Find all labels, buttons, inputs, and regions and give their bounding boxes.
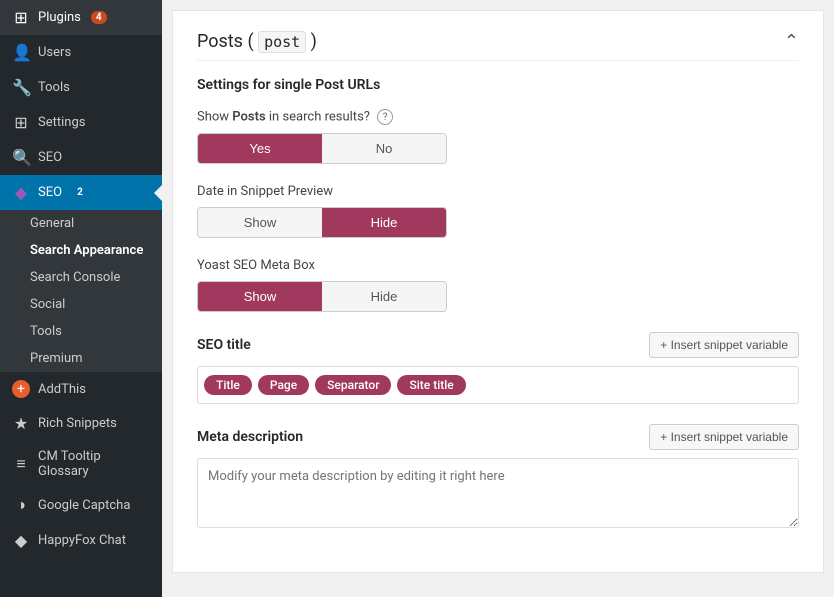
sidebar-item-rich-snippets[interactable]: ★ Rich Snippets bbox=[0, 406, 162, 441]
seo-title-section: SEO title + Insert snippet variable Titl… bbox=[197, 332, 799, 404]
sidebar-item-label: HappyFox Chat bbox=[38, 533, 126, 548]
sidebar-item-tools[interactable]: 🔧 Tools bbox=[0, 70, 162, 105]
insert-snippet-button-1[interactable]: + Insert snippet variable bbox=[649, 332, 799, 358]
collapse-button[interactable]: ⌃ bbox=[784, 31, 799, 52]
seo-search-icon: 🔍 bbox=[12, 148, 30, 167]
cm-tooltip-icon: ≡ bbox=[12, 454, 30, 474]
rich-snippets-icon: ★ bbox=[12, 414, 30, 433]
sidebar-item-label: Users bbox=[38, 45, 71, 60]
sidebar-item-cm-tooltip[interactable]: ≡ CM Tooltip Glossary bbox=[0, 441, 162, 487]
sidebar-item-settings[interactable]: ⊞ Settings bbox=[0, 105, 162, 140]
seo-title-label: SEO title bbox=[197, 337, 251, 353]
divider bbox=[197, 60, 799, 61]
date-snippet-toggle-group: Date in Snippet Preview Show Hide bbox=[197, 184, 799, 238]
users-icon: 👤 bbox=[12, 43, 30, 62]
main-content: Posts ( post ) ⌃ Settings for single Pos… bbox=[162, 0, 834, 597]
tag-site-title[interactable]: Site title bbox=[397, 375, 465, 395]
plugins-badge: 4 bbox=[91, 11, 107, 24]
hide-meta-button[interactable]: Hide bbox=[322, 282, 446, 311]
google-captcha-icon: ◑ bbox=[12, 495, 30, 515]
tools-icon: 🔧 bbox=[12, 78, 30, 97]
submenu-general[interactable]: General bbox=[0, 210, 162, 237]
submenu-premium[interactable]: Premium bbox=[0, 345, 162, 372]
show-posts-toggle: Yes No bbox=[197, 133, 447, 164]
sidebar-item-users[interactable]: 👤 Users bbox=[0, 35, 162, 70]
sidebar-item-plugins[interactable]: ⊞ Plugins 4 bbox=[0, 0, 162, 35]
sidebar-item-label: Google Captcha bbox=[38, 498, 130, 513]
sidebar-item-label: SEO bbox=[38, 185, 62, 200]
tag-title[interactable]: Title bbox=[204, 375, 252, 395]
sidebar-item-seo-top[interactable]: 🔍 SEO bbox=[0, 140, 162, 175]
meta-box-toggle-group: Yoast SEO Meta Box Show Hide bbox=[197, 258, 799, 312]
section-subtitle: Settings for single Post URLs bbox=[197, 77, 799, 93]
sidebar-item-addthis[interactable]: + AddThis bbox=[0, 372, 162, 406]
seo-title-header: SEO title + Insert snippet variable bbox=[197, 332, 799, 358]
submenu-social[interactable]: Social bbox=[0, 291, 162, 318]
sidebar: ⊞ Plugins 4 👤 Users 🔧 Tools ⊞ Settings 🔍… bbox=[0, 0, 162, 597]
no-button[interactable]: No bbox=[322, 134, 446, 163]
posts-settings-panel: Posts ( post ) ⌃ Settings for single Pos… bbox=[172, 10, 824, 573]
sidebar-item-label: Rich Snippets bbox=[38, 416, 117, 431]
addthis-icon: + bbox=[12, 380, 30, 398]
seo-badge: 2 bbox=[72, 186, 88, 199]
sidebar-item-label: SEO bbox=[38, 150, 62, 165]
meta-description-header: Meta description + Insert snippet variab… bbox=[197, 424, 799, 450]
sidebar-item-label: CM Tooltip Glossary bbox=[38, 449, 150, 479]
yes-button[interactable]: Yes bbox=[198, 134, 322, 163]
seo-submenu: General Search Appearance Search Console… bbox=[0, 210, 162, 372]
seo-title-tags: Title Page Separator Site title bbox=[197, 366, 799, 404]
show-date-button[interactable]: Show bbox=[198, 208, 322, 237]
sidebar-item-label: Settings bbox=[38, 115, 85, 130]
date-snippet-toggle: Show Hide bbox=[197, 207, 447, 238]
sidebar-item-google-captcha[interactable]: ◑ Google Captcha bbox=[0, 487, 162, 523]
section-title: Posts ( post ) bbox=[197, 31, 317, 52]
tag-separator[interactable]: Separator bbox=[315, 375, 391, 395]
hide-date-button[interactable]: Hide bbox=[322, 208, 446, 237]
section-title-code: post bbox=[258, 31, 306, 53]
submenu-search-appearance[interactable]: Search Appearance bbox=[0, 237, 162, 264]
date-snippet-label: Date in Snippet Preview bbox=[197, 184, 799, 199]
plugins-icon: ⊞ bbox=[12, 8, 30, 27]
yoast-icon: ◆ bbox=[12, 183, 30, 202]
settings-icon: ⊞ bbox=[12, 113, 30, 132]
happyfox-icon: ◆ bbox=[12, 531, 30, 550]
show-posts-toggle-group: Show Posts in search results? ? Yes No bbox=[197, 109, 799, 164]
show-meta-button[interactable]: Show bbox=[198, 282, 322, 311]
sidebar-item-label: Tools bbox=[38, 80, 70, 95]
meta-description-label: Meta description bbox=[197, 429, 303, 445]
meta-description-textarea[interactable] bbox=[197, 458, 799, 528]
section-header: Posts ( post ) ⌃ bbox=[197, 31, 799, 52]
sidebar-item-label: Plugins bbox=[38, 10, 81, 25]
insert-snippet-button-2[interactable]: + Insert snippet variable bbox=[649, 424, 799, 450]
tag-page[interactable]: Page bbox=[258, 375, 309, 395]
submenu-tools[interactable]: Tools bbox=[0, 318, 162, 345]
sidebar-arrow bbox=[154, 185, 162, 201]
meta-box-label: Yoast SEO Meta Box bbox=[197, 258, 799, 273]
meta-box-toggle: Show Hide bbox=[197, 281, 447, 312]
meta-description-section: Meta description + Insert snippet variab… bbox=[197, 424, 799, 532]
sidebar-item-label: AddThis bbox=[38, 382, 86, 397]
sidebar-item-happyfox[interactable]: ◆ HappyFox Chat bbox=[0, 523, 162, 558]
help-icon[interactable]: ? bbox=[377, 109, 393, 125]
sidebar-item-seo-active[interactable]: ◆ SEO 2 bbox=[0, 175, 162, 210]
show-posts-label: Show Posts in search results? ? bbox=[197, 109, 799, 125]
submenu-search-console[interactable]: Search Console bbox=[0, 264, 162, 291]
